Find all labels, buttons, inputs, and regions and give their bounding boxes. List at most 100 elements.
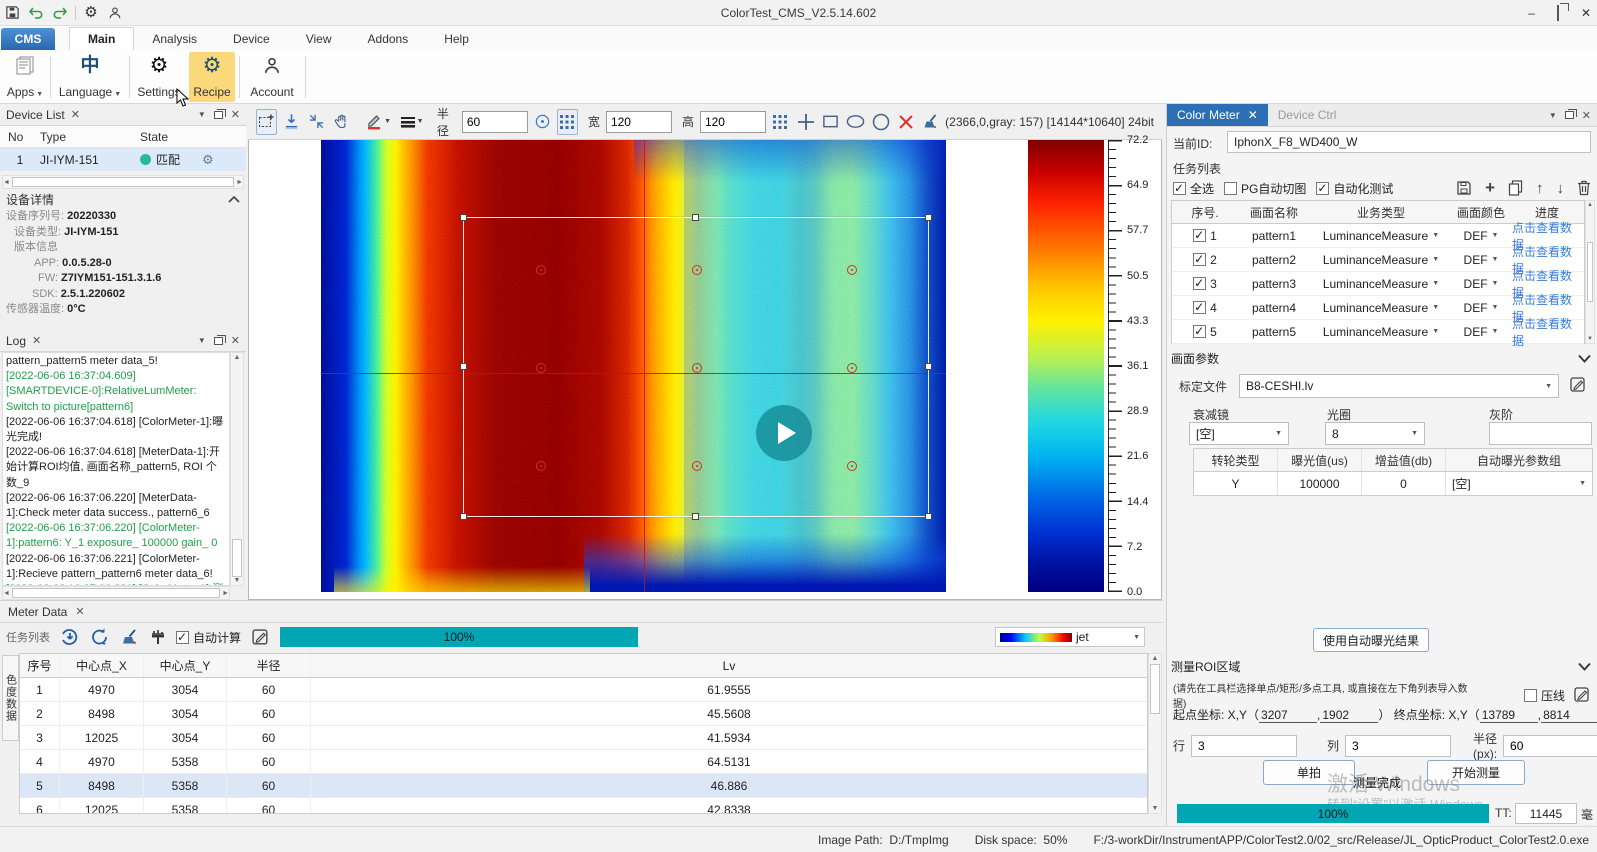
aperture-select[interactable]: 8▼: [1325, 422, 1425, 445]
row-checkbox[interactable]: [1193, 229, 1206, 242]
use-auto-exposure-button[interactable]: 使用自动曝光结果: [1313, 628, 1429, 652]
radius-input[interactable]: [462, 111, 528, 133]
account-button[interactable]: Account: [243, 52, 301, 102]
frame-params-header[interactable]: 画面参数: [1171, 350, 1591, 367]
current-id-input[interactable]: IphonX_F8_WD400_W: [1227, 131, 1591, 153]
cross-tool-icon[interactable]: [795, 109, 816, 135]
calibration-file-select[interactable]: B8-CESHI.lv▼: [1239, 374, 1559, 398]
meter-row[interactable]: 3 12025 3054 60 41.5934: [20, 726, 1147, 750]
menu-tab-main[interactable]: Main: [69, 27, 134, 50]
press-line-checkbox[interactable]: 压线: [1524, 687, 1565, 704]
tab-device-ctrl[interactable]: Device Ctrl: [1268, 104, 1347, 126]
gain-cell[interactable]: 0: [1362, 472, 1446, 495]
meter-row[interactable]: 1 4970 3054 60 61.9555: [20, 678, 1147, 702]
chevron-down-icon[interactable]: [1578, 662, 1591, 671]
close-panel-icon[interactable]: ✕: [231, 334, 240, 347]
width-input[interactable]: [606, 111, 672, 133]
tt-value[interactable]: 11445: [1515, 803, 1577, 824]
resize-handle[interactable]: [925, 513, 932, 520]
recalculate-icon[interactable]: [90, 627, 110, 647]
log-hscrollbar[interactable]: ◄►: [2, 586, 230, 600]
resize-handle[interactable]: [692, 214, 699, 221]
collapse-icon[interactable]: [228, 195, 240, 203]
row-checkbox[interactable]: [1193, 325, 1206, 338]
close-icon[interactable]: ✕: [32, 334, 41, 347]
rect-tool-icon[interactable]: [820, 109, 841, 135]
close-icon[interactable]: ✕: [71, 108, 80, 121]
float-panel-icon[interactable]: [214, 337, 223, 345]
pg-autocut-checkbox[interactable]: PG自动切图: [1224, 180, 1306, 197]
resize-handle[interactable]: [460, 363, 467, 370]
new-roi-icon[interactable]: [256, 109, 277, 135]
close-tab-icon[interactable]: ✕: [75, 605, 84, 618]
auto-test-checkbox[interactable]: 自动化测试: [1316, 180, 1393, 197]
apps-button[interactable]: Apps▼: [2, 52, 48, 102]
task-row[interactable]: 5 pattern5 LuminanceMeasure▼ DEF▼ 点击查看数据: [1172, 320, 1584, 344]
meter-data-tab[interactable]: Meter Data: [8, 605, 67, 619]
chevron-down-icon[interactable]: [1578, 354, 1591, 363]
row-checkbox[interactable]: [1193, 301, 1206, 314]
circle-tool-icon[interactable]: [870, 109, 891, 135]
minimize-button[interactable]: –: [1528, 6, 1535, 20]
ellipse-tool-icon[interactable]: [845, 109, 866, 135]
copy-task-icon[interactable]: [1508, 180, 1523, 196]
restore-button[interactable]: [1557, 6, 1559, 20]
close-panel-icon[interactable]: ✕: [231, 108, 240, 121]
grid-roi-icon[interactable]: [557, 109, 578, 135]
view-data-link[interactable]: 点击查看数据: [1510, 315, 1584, 349]
move-up-icon[interactable]: ↑: [1536, 180, 1544, 197]
image-canvas[interactable]: 72.2 64.9 57.7 50.5 43.3 36.1 28.9 21.6 …: [248, 140, 1162, 600]
resize-handle[interactable]: [692, 513, 699, 520]
roi-selection-rect[interactable]: [463, 217, 929, 517]
play-button[interactable]: [756, 405, 812, 461]
end-x-field[interactable]: 13789: [1480, 708, 1538, 723]
edit-calibration-icon[interactable]: [1569, 376, 1587, 394]
select-all-checkbox[interactable]: 全选: [1173, 180, 1214, 197]
move-down-icon[interactable]: ↓: [1557, 180, 1565, 197]
edit-roi-icon[interactable]: [1573, 686, 1591, 704]
log-vscrollbar[interactable]: ▲▼: [230, 352, 244, 586]
meter-row[interactable]: 4 4970 5358 60 64.5131: [20, 750, 1147, 774]
language-button[interactable]: 中 Language▼: [54, 52, 126, 102]
auto-calc-checkbox[interactable]: 自动计算: [176, 629, 241, 646]
wheel-type-cell[interactable]: Y: [1194, 472, 1278, 495]
tab-color-meter[interactable]: Color Meter✕: [1167, 104, 1268, 126]
resize-handle[interactable]: [460, 513, 467, 520]
meter-row-selected[interactable]: 5 8498 5358 60 46.886: [20, 774, 1147, 798]
delete-roi-icon[interactable]: [895, 109, 916, 135]
point-roi-icon[interactable]: [532, 109, 553, 135]
add-task-icon[interactable]: +: [1485, 178, 1495, 198]
resize-handle[interactable]: [460, 214, 467, 221]
auto-exposure-group-select[interactable]: [空]▼: [1446, 472, 1592, 495]
dropdown-icon[interactable]: ▼: [198, 336, 206, 345]
roi-radius-input[interactable]: [1503, 735, 1597, 757]
menu-tab-device[interactable]: Device: [215, 28, 288, 50]
import-tasks-icon[interactable]: [60, 627, 80, 647]
edit-data-icon[interactable]: [251, 628, 270, 647]
dropdown-icon[interactable]: ▼: [1549, 111, 1557, 120]
gray-level-input[interactable]: [1489, 422, 1592, 445]
line-style-icon[interactable]: ▼: [396, 109, 427, 135]
measure-roi-header[interactable]: 测量ROI区域: [1171, 658, 1591, 675]
tab-chromaticity-data[interactable]: 色度数据: [2, 655, 19, 741]
device-row[interactable]: 1 JI-IYM-151 匹配 ⚙: [0, 148, 246, 171]
clear-all-icon[interactable]: [920, 109, 941, 135]
menu-tab-view[interactable]: View: [288, 28, 350, 50]
close-panel-icon[interactable]: ✕: [1582, 109, 1591, 122]
height-input[interactable]: [700, 111, 766, 133]
dropdown-icon[interactable]: ▼: [198, 110, 206, 119]
menu-tab-analysis[interactable]: Analysis: [134, 28, 215, 50]
resize-handle[interactable]: [925, 363, 932, 370]
save-image-icon[interactable]: [281, 109, 302, 135]
resize-handle[interactable]: [925, 214, 932, 221]
float-panel-icon[interactable]: [214, 111, 223, 119]
meter-table-scrollbar[interactable]: ▲▼: [1148, 653, 1162, 814]
pen-tool-icon[interactable]: ▼: [365, 109, 392, 135]
exposure-cell[interactable]: 100000: [1278, 472, 1362, 495]
cms-button[interactable]: CMS: [1, 28, 55, 50]
start-y-field[interactable]: 1902: [1320, 708, 1378, 723]
device-list-hscrollbar[interactable]: ◄►: [2, 175, 244, 189]
meter-row[interactable]: 6 12025 5358 60 42.8338: [20, 798, 1147, 814]
recipe-button[interactable]: ⚙ Recipe: [189, 52, 235, 102]
colormap-select[interactable]: jet ▼: [995, 627, 1145, 647]
